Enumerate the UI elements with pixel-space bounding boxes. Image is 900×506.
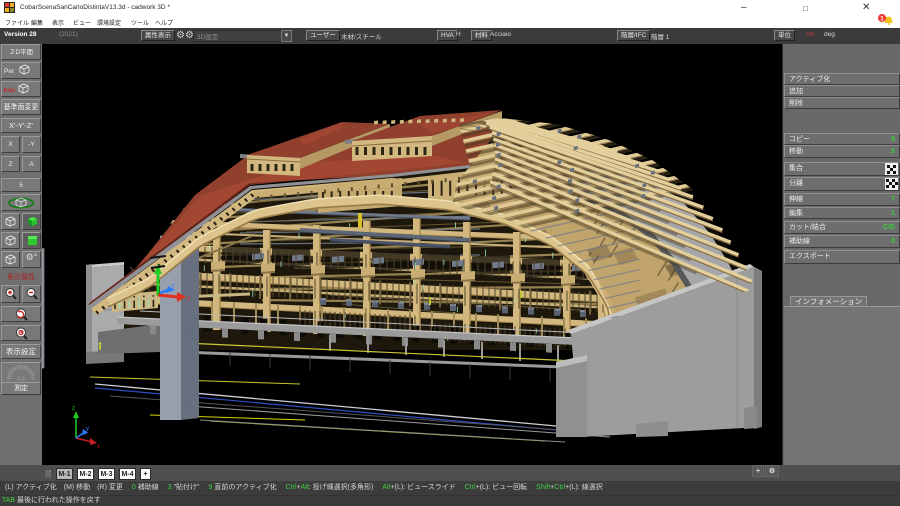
svg-text:x: x — [187, 296, 190, 302]
svg-text:y: y — [86, 426, 89, 432]
svg-text:z: z — [72, 406, 75, 412]
svg-text:Y: Y — [171, 284, 175, 290]
svg-text:x: x — [97, 444, 100, 450]
